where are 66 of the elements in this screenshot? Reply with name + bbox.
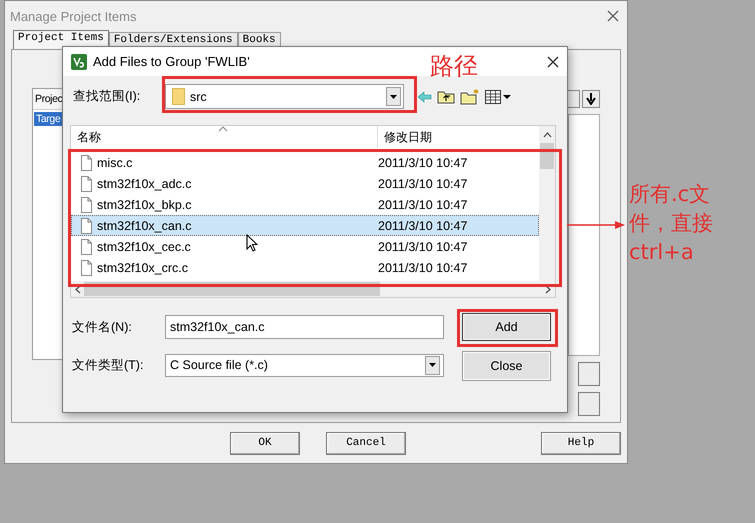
sort-caret-icon <box>218 126 228 132</box>
add-button[interactable]: Add <box>462 313 551 341</box>
modified-date: 2011/3/10 10:47 <box>377 260 468 274</box>
close-button[interactable]: Close <box>462 351 551 381</box>
annotation-label: 路径 <box>430 51 478 82</box>
folder-icon <box>172 88 185 105</box>
file-row[interactable]: stm32f10x_bkp.c 2011/3/10 10:47 <box>71 194 539 215</box>
file-name-field[interactable]: stm32f10x_can.c <box>165 315 444 339</box>
annotation-arrow <box>567 220 625 230</box>
file-name: stm32f10x_can.c <box>97 218 192 232</box>
panel-button[interactable] <box>578 392 600 416</box>
file-type-dropdown[interactable]: C Source file (*.c) <box>165 354 444 376</box>
field-label: 文件类型(T): <box>72 356 144 374</box>
annotation-note: 件，直接 <box>629 210 713 237</box>
file-name: misc.c <box>97 156 132 170</box>
new-folder-icon[interactable] <box>460 88 480 104</box>
scroll-up-icon[interactable] <box>542 132 552 138</box>
back-arrow-icon[interactable] <box>418 90 432 102</box>
caret-icon <box>429 363 436 367</box>
move-down-button[interactable] <box>582 90 600 108</box>
tab[interactable]: Project Items <box>13 30 109 49</box>
modified-date: 2011/3/10 10:47 <box>377 240 468 254</box>
annotation-note: ctrl+a <box>629 239 695 266</box>
column-header[interactable]: 名称 <box>71 126 378 148</box>
window-title: Manage Project Items <box>10 8 136 24</box>
file-row[interactable]: misc.c 2011/3/10 10:47 <box>71 152 539 173</box>
file-row[interactable]: stm32f10x_cec.c 2011/3/10 10:47 <box>71 236 539 257</box>
modified-date: 2011/3/10 10:47 <box>377 176 468 190</box>
modified-date: 2011/3/10 10:47 <box>377 156 468 170</box>
down-arrow-icon <box>586 93 596 105</box>
dialog-button[interactable]: Cancel <box>326 432 406 454</box>
file-icon <box>80 238 92 254</box>
file-icon <box>80 260 92 276</box>
list-item[interactable]: Targe <box>34 112 62 126</box>
file-name: stm32f10x_crc.c <box>97 260 188 274</box>
file-icon <box>80 176 92 192</box>
view-menu-icon[interactable] <box>485 90 511 104</box>
caret-icon <box>390 94 397 98</box>
annotation-note: 所有.c文 <box>629 181 712 208</box>
column-header[interactable]: 修改日期 <box>378 126 432 148</box>
file-name: stm32f10x_bkp.c <box>97 198 192 212</box>
file-row[interactable]: stm32f10x_crc.c 2011/3/10 10:47 <box>71 257 539 278</box>
vertical-scrollbar[interactable] <box>539 126 555 281</box>
scroll-left-icon[interactable] <box>75 284 81 294</box>
up-folder-icon[interactable] <box>437 90 455 104</box>
file-icon <box>80 196 92 212</box>
file-row[interactable]: stm32f10x_adc.c 2011/3/10 10:47 <box>71 173 539 194</box>
look-in-dropdown[interactable]: src <box>165 84 404 109</box>
modified-date: 2011/3/10 10:47 <box>377 218 468 232</box>
dialog-button[interactable]: Help <box>541 432 621 454</box>
dialog-button[interactable]: OK <box>230 432 300 454</box>
file-row[interactable]: stm32f10x_can.c 2011/3/10 10:47 <box>71 215 539 236</box>
field-label: 文件名(N): <box>72 318 133 336</box>
scroll-right-icon[interactable] <box>545 284 551 294</box>
file-icon <box>80 154 92 170</box>
file-name: stm32f10x_adc.c <box>97 176 192 190</box>
dialog-title: Add Files to Group 'FWLIB' <box>93 54 250 69</box>
column-header: Projec <box>33 89 64 110</box>
close-icon[interactable] <box>547 56 559 68</box>
app-icon <box>71 54 87 70</box>
mouse-cursor-icon <box>246 234 258 252</box>
modified-date: 2011/3/10 10:47 <box>377 198 468 212</box>
file-name: stm32f10x_cec.c <box>97 240 191 254</box>
panel-button[interactable] <box>578 362 600 386</box>
field-label: 查找范围(I): <box>73 89 140 103</box>
file-icon <box>80 218 92 234</box>
